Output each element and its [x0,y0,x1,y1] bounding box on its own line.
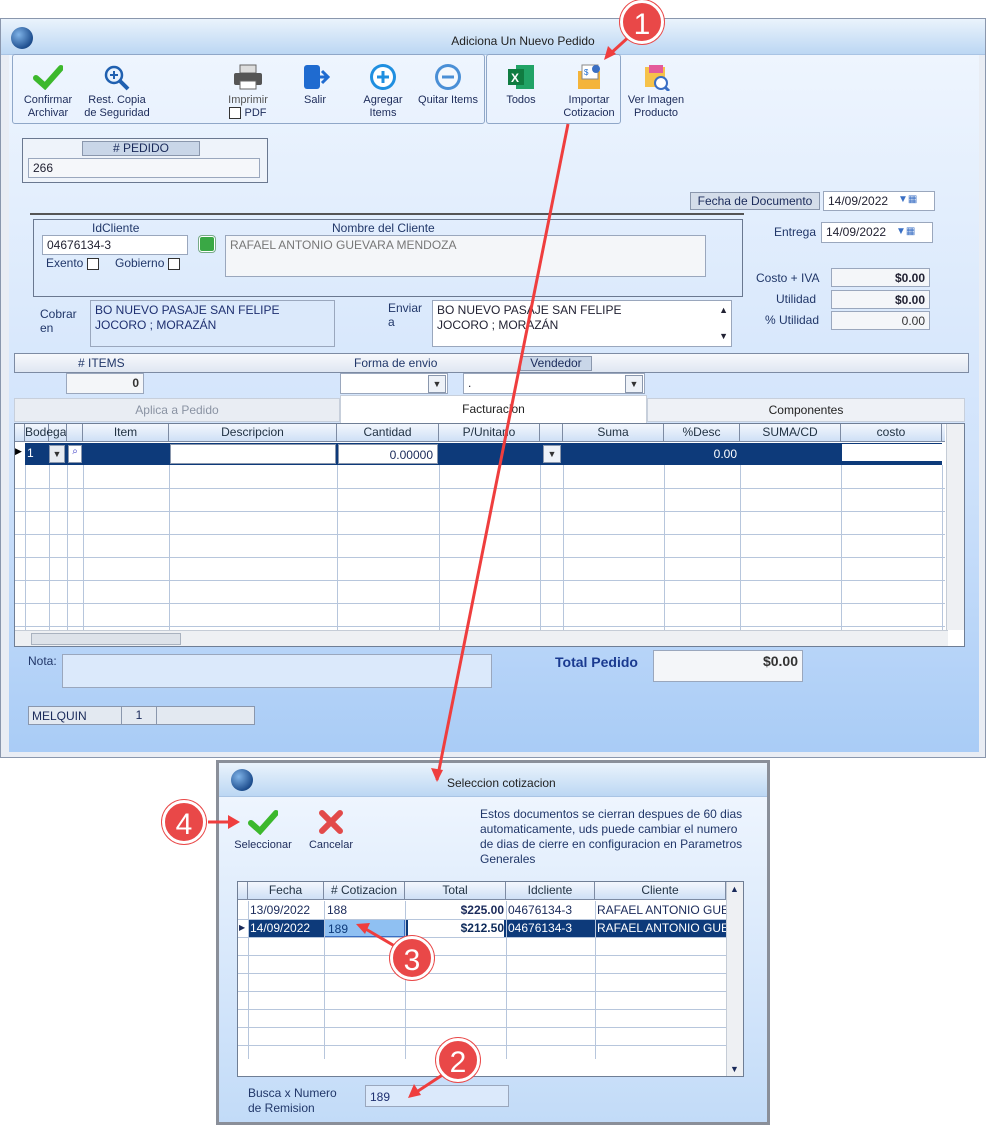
arrow-import-to-dialog [435,123,570,781]
badge-1: 1 [620,0,664,44]
badge-4: 4 [162,800,206,844]
arrow-head [431,768,443,782]
annotation-arrows [208,32,634,1098]
badge-3: 3 [390,936,434,980]
badge-2: 2 [436,1038,480,1082]
